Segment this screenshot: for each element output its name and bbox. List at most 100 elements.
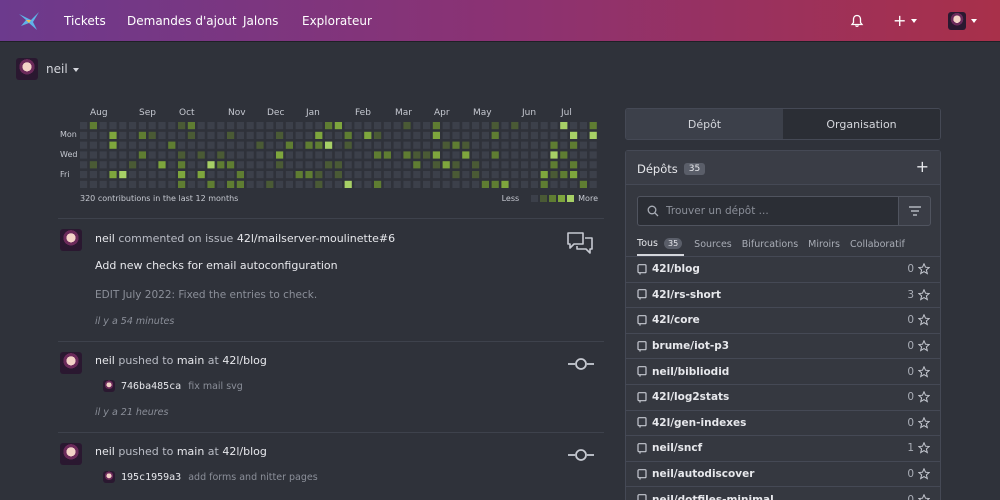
heatmap-cell[interactable] xyxy=(207,141,215,149)
heatmap-cell[interactable] xyxy=(315,171,323,179)
heatmap-cell[interactable] xyxy=(344,161,352,169)
heatmap-cell[interactable] xyxy=(109,122,117,130)
heatmap-cell[interactable] xyxy=(89,171,97,179)
heatmap-cell[interactable] xyxy=(256,122,264,130)
heatmap-cell[interactable] xyxy=(207,161,215,169)
heatmap-cell[interactable] xyxy=(403,131,411,139)
heatmap-cell[interactable] xyxy=(442,161,450,169)
heatmap-cell[interactable] xyxy=(452,161,460,169)
heatmap-cell[interactable] xyxy=(256,131,264,139)
heatmap-cell[interactable] xyxy=(511,141,519,149)
heatmap-cell[interactable] xyxy=(256,151,264,159)
repo-name-link[interactable]: neil/sncf xyxy=(652,442,907,454)
heatmap-cell[interactable] xyxy=(530,180,538,188)
branch-link[interactable]: main xyxy=(177,445,204,458)
heatmap-cell[interactable] xyxy=(374,161,382,169)
heatmap-cell[interactable] xyxy=(89,180,97,188)
heatmap-cell[interactable] xyxy=(236,141,244,149)
repo-list-item[interactable]: 42l/blog 0 xyxy=(626,256,940,282)
heatmap-cell[interactable] xyxy=(178,122,186,130)
heatmap-cell[interactable] xyxy=(579,161,587,169)
heatmap-cell[interactable] xyxy=(187,171,195,179)
heatmap-cell[interactable] xyxy=(589,141,597,149)
branch-link[interactable]: main xyxy=(177,354,204,367)
heatmap-cell[interactable] xyxy=(315,141,323,149)
heatmap-cell[interactable] xyxy=(197,131,205,139)
heatmap-cell[interactable] xyxy=(325,151,333,159)
heatmap-cell[interactable] xyxy=(109,161,117,169)
repo-name-link[interactable]: 42l/gen-indexes xyxy=(652,417,907,429)
heatmap-cell[interactable] xyxy=(462,171,470,179)
heatmap-cell[interactable] xyxy=(217,122,225,130)
context-user-name[interactable]: neil xyxy=(46,62,79,76)
heatmap-cell[interactable] xyxy=(80,122,88,130)
heatmap-cell[interactable] xyxy=(227,131,235,139)
repo-search-input[interactable] xyxy=(666,202,891,220)
heatmap-cell[interactable] xyxy=(364,141,372,149)
heatmap-cell[interactable] xyxy=(579,131,587,139)
heatmap-cell[interactable] xyxy=(138,122,146,130)
heatmap-cell[interactable] xyxy=(344,151,352,159)
heatmap-cell[interactable] xyxy=(187,122,195,130)
heatmap-cell[interactable] xyxy=(148,180,156,188)
heatmap-cell[interactable] xyxy=(442,151,450,159)
heatmap-cell[interactable] xyxy=(570,131,578,139)
heatmap-cell[interactable] xyxy=(560,122,568,130)
heatmap-cell[interactable] xyxy=(383,131,391,139)
heatmap-cell[interactable] xyxy=(550,180,558,188)
heatmap-cell[interactable] xyxy=(589,171,597,179)
heatmap-cell[interactable] xyxy=(589,151,597,159)
heatmap-cell[interactable] xyxy=(129,131,137,139)
heatmap-cell[interactable] xyxy=(452,180,460,188)
heatmap-cell[interactable] xyxy=(452,151,460,159)
comment-title[interactable]: Add new checks for email autoconfigurati… xyxy=(95,259,338,272)
heatmap-cell[interactable] xyxy=(589,122,597,130)
notifications-button[interactable] xyxy=(850,0,864,42)
subtab-sources[interactable]: Sources xyxy=(694,232,732,256)
repo-name-link[interactable]: neil/autodiscover xyxy=(652,468,907,480)
heatmap-cell[interactable] xyxy=(325,131,333,139)
heatmap-cell[interactable] xyxy=(276,131,284,139)
heatmap-cell[interactable] xyxy=(364,171,372,179)
heatmap-cell[interactable] xyxy=(197,171,205,179)
heatmap-cell[interactable] xyxy=(501,141,509,149)
heatmap-cell[interactable] xyxy=(197,161,205,169)
star-icon[interactable] xyxy=(918,442,930,455)
heatmap-cell[interactable] xyxy=(579,122,587,130)
heatmap-cell[interactable] xyxy=(148,151,156,159)
heatmap-cell[interactable] xyxy=(207,180,215,188)
heatmap-cell[interactable] xyxy=(119,171,127,179)
heatmap-cell[interactable] xyxy=(403,171,411,179)
heatmap-cell[interactable] xyxy=(168,131,176,139)
heatmap-cell[interactable] xyxy=(246,161,254,169)
heatmap-cell[interactable] xyxy=(217,180,225,188)
heatmap-cell[interactable] xyxy=(442,180,450,188)
repo-filter-button[interactable] xyxy=(898,196,931,226)
heatmap-cell[interactable] xyxy=(501,171,509,179)
heatmap-cell[interactable] xyxy=(99,122,107,130)
heatmap-cell[interactable] xyxy=(521,122,529,130)
heatmap-cell[interactable] xyxy=(540,131,548,139)
heatmap-cell[interactable] xyxy=(325,171,333,179)
heatmap-cell[interactable] xyxy=(570,151,578,159)
heatmap-cell[interactable] xyxy=(80,180,88,188)
heatmap-cell[interactable] xyxy=(197,122,205,130)
heatmap-cell[interactable] xyxy=(256,180,264,188)
heatmap-cell[interactable] xyxy=(99,151,107,159)
heatmap-cell[interactable] xyxy=(550,141,558,149)
heatmap-cell[interactable] xyxy=(383,122,391,130)
heatmap-cell[interactable] xyxy=(354,151,362,159)
heatmap-cell[interactable] xyxy=(227,122,235,130)
repo-link[interactable]: 42l/blog xyxy=(222,445,267,458)
heatmap-cell[interactable] xyxy=(570,171,578,179)
heatmap-cell[interactable] xyxy=(285,122,293,130)
heatmap-cell[interactable] xyxy=(589,180,597,188)
heatmap-cell[interactable] xyxy=(521,161,529,169)
heatmap-cell[interactable] xyxy=(481,141,489,149)
heatmap-cell[interactable] xyxy=(227,180,235,188)
nav-pull-requests[interactable]: Demandes d'ajout xyxy=(127,14,237,28)
heatmap-cell[interactable] xyxy=(501,151,509,159)
heatmap-cell[interactable] xyxy=(462,131,470,139)
heatmap-cell[interactable] xyxy=(579,141,587,149)
heatmap-cell[interactable] xyxy=(374,122,382,130)
